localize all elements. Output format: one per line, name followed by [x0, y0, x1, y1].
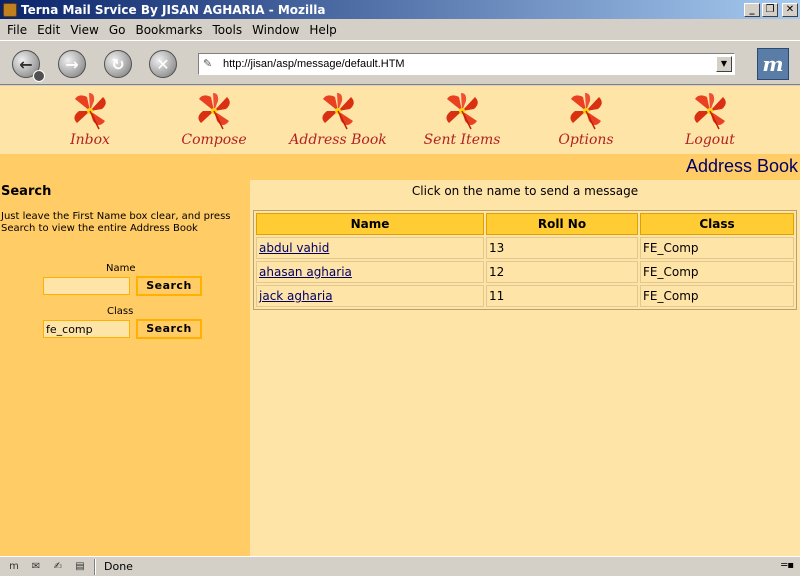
menu-file[interactable]: File: [2, 23, 32, 37]
roll-no-cell: 13: [486, 237, 638, 259]
nav-inbox[interactable]: Inbox: [35, 86, 145, 154]
search-title: Search: [1, 184, 52, 199]
menu-tools[interactable]: Tools: [208, 23, 248, 37]
page-icon: ✎: [203, 57, 213, 70]
app-icon: [3, 2, 17, 17]
reload-button[interactable]: ↻: [104, 50, 132, 78]
class-cell: FE_Comp: [640, 261, 794, 283]
nav-address-book[interactable]: Address Book: [283, 86, 393, 154]
status-divider: [94, 558, 96, 575]
window-titlebar: Terna Mail Srvice By JISAN AGHARIA - Moz…: [0, 0, 800, 19]
composer-icon[interactable]: ✍: [50, 560, 66, 574]
nav-label: Compose: [181, 132, 247, 148]
forward-icon: →: [65, 54, 79, 74]
menu-window[interactable]: Window: [247, 23, 304, 37]
column-header-class: Class: [640, 213, 794, 235]
nav-compose[interactable]: Compose: [159, 86, 269, 154]
close-button[interactable]: ✕: [782, 2, 798, 17]
menu-go[interactable]: Go: [104, 23, 131, 37]
column-header-roll-no: Roll No: [486, 213, 638, 235]
name-cell: jack agharia: [256, 285, 484, 307]
menu-bar: File Edit View Go Bookmarks Tools Window…: [0, 19, 800, 40]
stop-icon: ✕: [156, 54, 170, 74]
class-cell: FE_Comp: [640, 237, 794, 259]
flower-icon: [570, 93, 602, 130]
menu-edit[interactable]: Edit: [32, 23, 65, 37]
class-search-input[interactable]: [43, 320, 130, 338]
name-search-input[interactable]: [43, 277, 130, 295]
table-row: jack agharia 11 FE_Comp: [256, 285, 794, 307]
reload-icon: ↻: [111, 54, 125, 74]
name-cell: abdul vahid: [256, 237, 484, 259]
table-header-row: Name Roll No Class: [256, 213, 794, 235]
address-book-table: Name Roll No Class abdul vahid 13 FE_Com…: [253, 210, 797, 310]
url-bar[interactable]: ✎ http://jisan/asp/message/default.HTM ▼: [198, 53, 735, 75]
page-content: Inbox Compose Address Book Sent Items Op…: [0, 86, 800, 556]
table-row: abdul vahid 13 FE_Comp: [256, 237, 794, 259]
forward-button[interactable]: →: [58, 50, 86, 78]
name-cell: ahasan agharia: [256, 261, 484, 283]
nav-label: Address Book: [289, 132, 387, 148]
nav-logout[interactable]: Logout: [655, 86, 765, 154]
nav-label: Sent Items: [423, 132, 501, 148]
nav-sent-items[interactable]: Sent Items: [407, 86, 517, 154]
site-navigation: Inbox Compose Address Book Sent Items Op…: [0, 86, 800, 154]
class-search-button[interactable]: Search: [136, 319, 202, 339]
url-dropdown-button[interactable]: ▼: [716, 56, 732, 72]
navigation-toolbar: ← → ↻ ✕ ✎ http://jisan/asp/message/defau…: [0, 40, 800, 85]
nav-options[interactable]: Options: [531, 86, 641, 154]
search-sidebar: Search Just leave the First Name box cle…: [0, 180, 250, 556]
minimize-button[interactable]: _: [744, 2, 760, 17]
navigator-icon[interactable]: m: [6, 560, 22, 574]
maximize-button[interactable]: ❐: [762, 2, 778, 17]
flower-icon: [322, 93, 354, 130]
class-label: Class: [107, 306, 134, 317]
address-book-panel: Click on the name to send a message Name…: [250, 180, 800, 556]
window-controls: _ ❐ ✕: [744, 2, 798, 17]
class-cell: FE_Comp: [640, 285, 794, 307]
back-button[interactable]: ←: [12, 50, 45, 82]
mozilla-throbber-icon[interactable]: m: [757, 48, 789, 80]
flower-icon: [694, 93, 726, 130]
stop-button[interactable]: ✕: [149, 50, 177, 78]
nav-label: Logout: [685, 132, 735, 148]
contact-link[interactable]: abdul vahid: [259, 241, 329, 255]
flower-icon: [198, 93, 230, 130]
back-icon: ←: [19, 54, 33, 74]
nav-label: Inbox: [70, 132, 110, 148]
contact-link[interactable]: ahasan agharia: [259, 265, 352, 279]
contact-link[interactable]: jack agharia: [259, 289, 333, 303]
search-help-text: Just leave the First Name box clear, and…: [1, 211, 231, 234]
address-book-icon[interactable]: ▤: [72, 560, 88, 574]
flower-icon: [74, 93, 106, 130]
page-title: Address Book: [685, 156, 798, 176]
page-header-bar: Address Book: [0, 154, 800, 180]
column-header-name: Name: [256, 213, 484, 235]
name-label: Name: [106, 263, 136, 274]
menu-view[interactable]: View: [65, 23, 103, 37]
table-row: ahasan agharia 12 FE_Comp: [256, 261, 794, 283]
connection-icon: ═▪: [781, 559, 794, 571]
menu-help[interactable]: Help: [304, 23, 341, 37]
url-text[interactable]: http://jisan/asp/message/default.HTM: [223, 58, 716, 70]
status-text: Done: [104, 560, 133, 573]
flower-icon: [446, 93, 478, 130]
back-history-dropdown[interactable]: [33, 70, 45, 82]
nav-label: Options: [558, 132, 614, 148]
instruction-text: Click on the name to send a message: [411, 184, 639, 198]
roll-no-cell: 12: [486, 261, 638, 283]
window-title: Terna Mail Srvice By JISAN AGHARIA - Moz…: [21, 2, 326, 17]
menu-bookmarks[interactable]: Bookmarks: [130, 23, 207, 37]
roll-no-cell: 11: [486, 285, 638, 307]
name-search-button[interactable]: Search: [136, 276, 202, 296]
status-bar: m ✉ ✍ ▤ Done ═▪: [0, 556, 800, 576]
mail-icon[interactable]: ✉: [28, 560, 44, 574]
